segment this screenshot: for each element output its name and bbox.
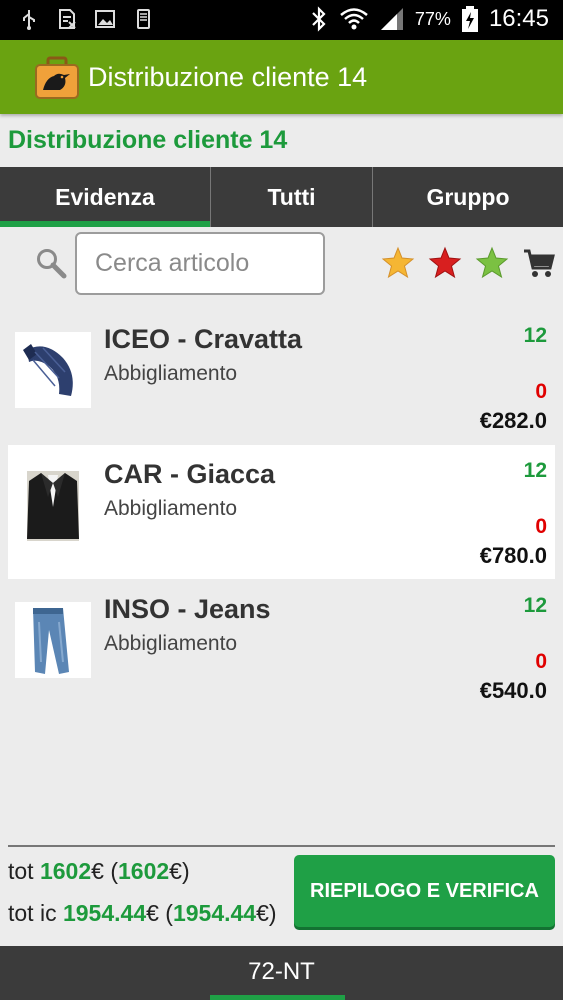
item-price: €540.0 — [479, 678, 547, 703]
bottom-bar-label: 72-NT — [248, 958, 315, 985]
pigeon-briefcase-icon[interactable] — [34, 56, 80, 100]
image-icon — [95, 10, 115, 28]
item-category: Abbigliamento — [104, 632, 238, 655]
battery-percent: 77% — [414, 8, 451, 29]
status-bar: 77% 16:45 — [0, 0, 563, 40]
jacket-image — [15, 467, 91, 543]
battery-charging-icon — [461, 6, 478, 32]
item-missing-count: 0 — [535, 650, 547, 673]
tab-tutti[interactable]: Tutti — [210, 167, 372, 227]
item-quantity: 12 — [523, 459, 547, 482]
total-value-paren: 1602 — [117, 858, 170, 884]
total-value: 1602 — [39, 858, 92, 884]
tab-label: Evidenza — [55, 183, 155, 210]
search-input[interactable] — [75, 232, 325, 295]
bottom-bar[interactable]: 72-NT — [0, 946, 563, 1000]
item-category: Abbigliamento — [104, 497, 238, 520]
tab-label: Tutti — [267, 183, 316, 210]
star-filter-red-icon[interactable] — [428, 246, 462, 280]
item-price: €780.0 — [479, 543, 547, 568]
list-item[interactable]: ICEO - Cravatta Abbigliamento 12 0 €282.… — [8, 310, 555, 444]
divider — [8, 845, 555, 847]
summary-verify-button[interactable]: RIEPILOGO E VERIFICA — [294, 855, 555, 927]
tab-gruppo[interactable]: Gruppo — [372, 167, 563, 227]
wifi-icon — [340, 8, 368, 30]
shopping-cart-icon[interactable] — [522, 246, 556, 280]
item-category: Abbigliamento — [104, 362, 238, 385]
list-item[interactable]: CAR - Giacca Abbigliamento 12 0 €780.0 — [8, 445, 555, 579]
item-price: €282.0 — [479, 408, 547, 433]
tie-image — [15, 332, 91, 408]
total-line: tot 1602€ (1602€) — [8, 858, 190, 884]
page-title: Distribuzione cliente 14 — [8, 126, 288, 154]
tab-label: Gruppo — [426, 183, 510, 210]
jeans-image — [15, 602, 91, 678]
list-item[interactable]: INSO - Jeans Abbigliamento 12 0 €540.0 — [8, 580, 555, 714]
action-bar-title: Distribuzione cliente 14 — [88, 62, 368, 92]
item-name: CAR - Giacca — [104, 459, 276, 489]
bluetooth-icon — [312, 6, 326, 32]
usb-icon — [23, 10, 35, 30]
tab-bar: Evidenza Tutti Gruppo — [0, 167, 563, 227]
sim-icon — [59, 9, 76, 29]
item-name: INSO - Jeans — [104, 594, 271, 624]
star-filter-green-icon[interactable] — [475, 246, 509, 280]
item-quantity: 12 — [523, 594, 547, 617]
phone-icon — [137, 9, 150, 29]
bottom-bar-indicator — [210, 995, 345, 1000]
item-missing-count: 0 — [535, 515, 547, 538]
item-name: ICEO - Cravatta — [104, 324, 303, 354]
item-missing-count: 0 — [535, 380, 547, 403]
search-icon[interactable] — [35, 247, 67, 279]
signal-icon — [380, 8, 403, 30]
clock: 16:45 — [488, 5, 549, 32]
total-ic-value-paren: 1954.44 — [172, 900, 257, 926]
total-label: tot — [8, 858, 34, 884]
total-ic-value: 1954.44 — [62, 900, 147, 926]
total-ic-line: tot ic 1954.44€ (1954.44€) — [8, 900, 277, 926]
total-ic-label: tot ic — [8, 900, 57, 926]
action-bar: Distribuzione cliente 14 — [0, 40, 563, 114]
star-filter-orange-icon[interactable] — [381, 246, 415, 280]
tab-evidenza[interactable]: Evidenza — [0, 167, 210, 227]
item-quantity: 12 — [523, 324, 547, 347]
